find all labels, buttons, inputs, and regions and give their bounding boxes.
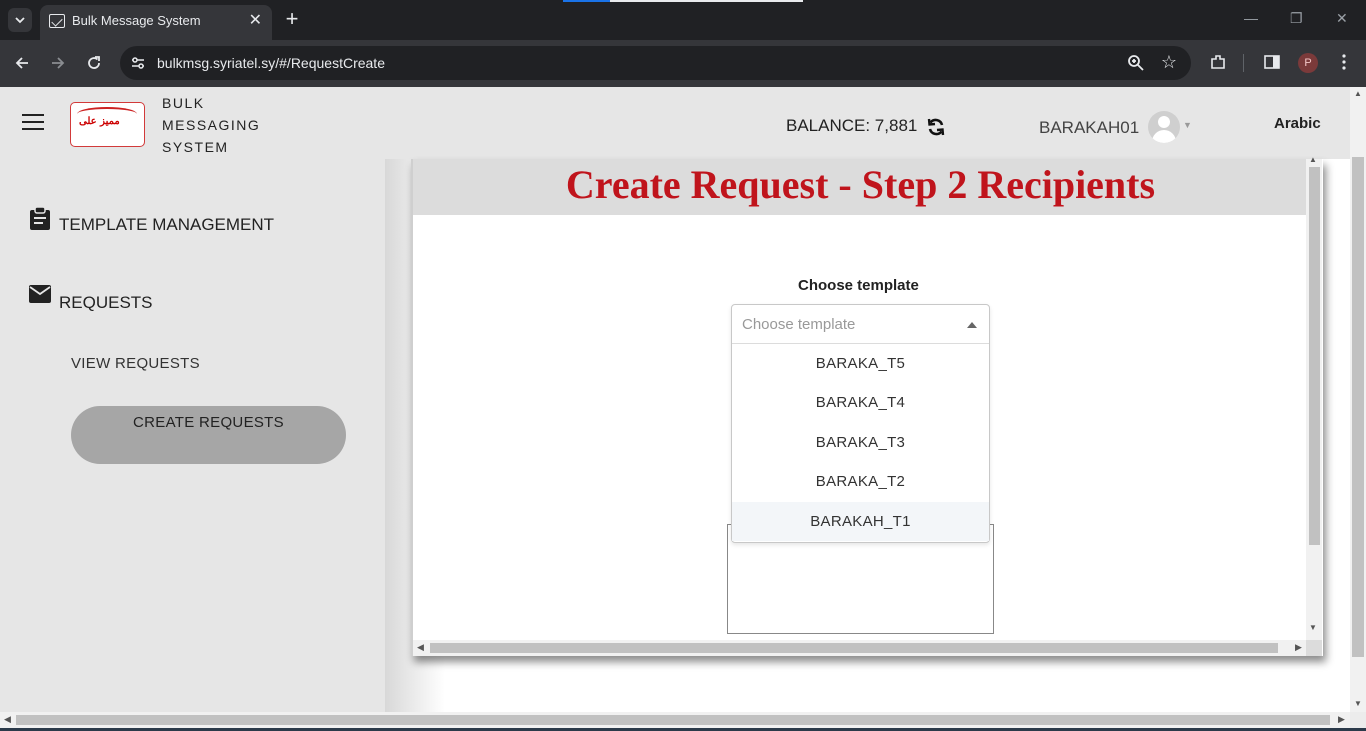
- template-select-control[interactable]: Choose template: [732, 305, 989, 344]
- caret-up-icon[interactable]: [967, 322, 977, 328]
- url-text[interactable]: bulkmsg.syriatel.sy/#/RequestCreate: [157, 55, 385, 71]
- arrow-left-icon: [15, 57, 28, 69]
- arrow-right-icon: [52, 57, 65, 69]
- zoom-icon[interactable]: [1127, 54, 1145, 72]
- tab-search-button[interactable]: [8, 8, 32, 32]
- scroll-left-arrow-icon[interactable]: ◀: [4, 714, 11, 725]
- template-option[interactable]: BARAKA_T3: [732, 423, 989, 462]
- sidebar-item-label: REQUESTS: [59, 293, 153, 312]
- sidebar-item-create-requests[interactable]: CREATE REQUESTS: [71, 406, 346, 464]
- template-option[interactable]: BARAKA_T2: [732, 462, 989, 501]
- brand-title: BULK MESSAGING SYSTEM: [162, 95, 261, 155]
- request-card: Create Request - Step 2 Recipients Choos…: [411, 155, 1323, 656]
- reload-icon: [88, 56, 100, 69]
- app-header: ممیز علی BULK MESSAGING SYSTEM BALANCE: …: [0, 87, 1350, 159]
- main-content: Create Request - Step 2 Recipients Choos…: [385, 155, 1350, 712]
- choose-template-label: Choose template: [798, 277, 919, 294]
- template-option-highlighted[interactable]: BARAKAH_T1: [732, 502, 989, 541]
- template-option[interactable]: BARAKA_T5: [732, 344, 989, 383]
- user-avatar[interactable]: [1148, 111, 1180, 143]
- tab-close-button[interactable]: ✕: [249, 10, 262, 30]
- more-menu-icon[interactable]: [1336, 53, 1352, 71]
- page-load-progress: [563, 0, 803, 2]
- new-tab-button[interactable]: +: [282, 6, 302, 32]
- browser-toolbar: bulkmsg.syriatel.sy/#/RequestCreate ☆ P: [0, 40, 1366, 87]
- close-window-button[interactable]: ✕: [1336, 10, 1348, 27]
- scroll-down-arrow-icon[interactable]: ▼: [1309, 623, 1317, 632]
- page-vertical-scrollbar[interactable]: ▲ ▼: [1350, 87, 1366, 712]
- page-horizontal-scrollbar[interactable]: ◀ ▶: [0, 712, 1350, 728]
- card-horizontal-scrollbar[interactable]: ◀ ▶: [413, 640, 1308, 656]
- caret-down-icon[interactable]: ▼: [1183, 120, 1192, 130]
- back-button[interactable]: [10, 51, 34, 75]
- scroll-up-arrow-icon[interactable]: ▲: [1309, 155, 1317, 164]
- side-panel-icon[interactable]: [1263, 53, 1281, 71]
- sidebar-item-label: TEMPLATE MANAGEMENT: [59, 215, 275, 234]
- hamburger-menu-icon[interactable]: [22, 114, 44, 130]
- extensions-icon[interactable]: [1209, 53, 1227, 71]
- card-header: Create Request - Step 2 Recipients: [413, 159, 1308, 215]
- refresh-icon[interactable]: [926, 117, 946, 137]
- scroll-left-arrow-icon[interactable]: ◀: [417, 642, 424, 653]
- scroll-right-arrow-icon[interactable]: ▶: [1295, 642, 1302, 653]
- scroll-down-arrow-icon[interactable]: ▼: [1354, 699, 1362, 708]
- reload-button[interactable]: [82, 51, 106, 75]
- forward-button[interactable]: [46, 51, 70, 75]
- scroll-up-arrow-icon[interactable]: ▲: [1354, 89, 1362, 98]
- bookmark-star-icon[interactable]: ☆: [1161, 52, 1177, 73]
- chevron-down-icon: [15, 17, 25, 24]
- language-toggle[interactable]: Arabic: [1274, 115, 1321, 132]
- profile-avatar[interactable]: P: [1298, 53, 1318, 73]
- browser-tab[interactable]: Bulk Message System ✕: [40, 5, 272, 40]
- scroll-right-arrow-icon[interactable]: ▶: [1338, 714, 1345, 725]
- scrollbar-thumb[interactable]: [16, 715, 1330, 725]
- restore-button[interactable]: ❐: [1290, 10, 1303, 27]
- envelope-icon: [29, 285, 51, 303]
- template-select[interactable]: Choose template BARAKA_T5 BARAKA_T4 BARA…: [731, 304, 990, 543]
- page-title: Create Request - Step 2 Recipients: [565, 162, 1156, 207]
- template-option[interactable]: BARAKA_T4: [732, 383, 989, 422]
- card-vertical-scrollbar[interactable]: ▲ ▼: [1306, 155, 1322, 640]
- scrollbar-thumb[interactable]: [1352, 157, 1364, 657]
- browser-tab-strip: Bulk Message System ✕ + — ❐ ✕: [0, 0, 1366, 40]
- scrollbar-thumb[interactable]: [1309, 167, 1320, 545]
- site-favicon-icon: [49, 14, 65, 28]
- site-info-icon[interactable]: [130, 55, 146, 71]
- username-text[interactable]: BARAKAH01: [1039, 118, 1139, 138]
- toolbar-divider: [1243, 54, 1244, 72]
- company-logo: ممیز علی: [70, 102, 145, 147]
- balance-text: BALANCE: 7,881: [786, 116, 918, 135]
- address-bar[interactable]: bulkmsg.syriatel.sy/#/RequestCreate ☆: [120, 46, 1191, 80]
- clipboard-icon: [30, 207, 50, 230]
- sidebar-item-view-requests[interactable]: VIEW REQUESTS: [71, 355, 200, 372]
- tab-title: Bulk Message System: [72, 13, 201, 28]
- scrollbar-thumb[interactable]: [430, 643, 1278, 653]
- minimize-button[interactable]: —: [1244, 10, 1258, 26]
- template-select-placeholder: Choose template: [742, 316, 856, 333]
- sidebar: TEMPLATE MANAGEMENT REQUESTS VIEW REQUES…: [0, 159, 385, 712]
